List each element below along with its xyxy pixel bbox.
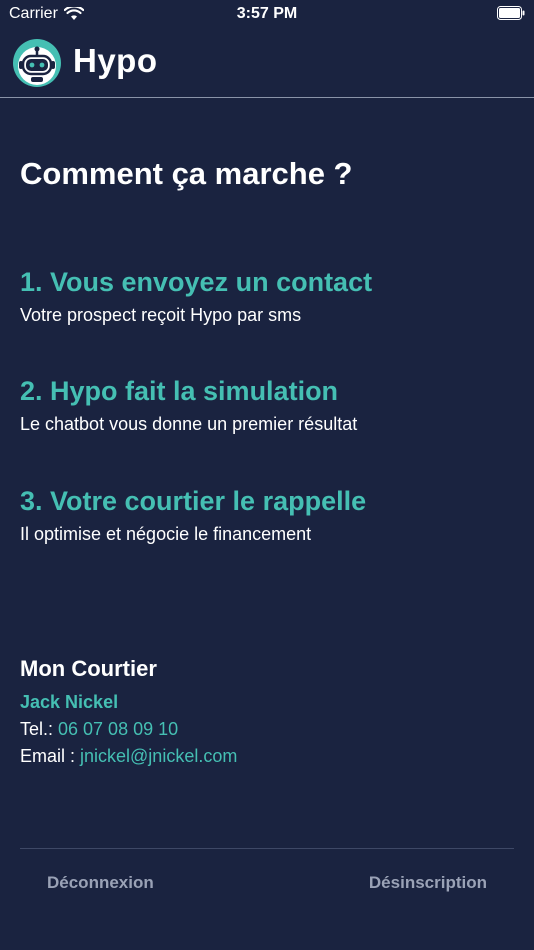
broker-name: Jack Nickel <box>20 692 119 712</box>
email-label: Email : <box>20 746 81 766</box>
broker-section: Mon Courtier Jack Nickel Tel.: 06 07 08 … <box>20 656 520 767</box>
footer-divider <box>20 848 514 849</box>
broker-heading: Mon Courtier <box>20 656 157 681</box>
app-title: Hypo <box>73 42 158 79</box>
broker-phone-row: Tel.: 06 07 08 09 10 <box>20 719 520 740</box>
robot-avatar-icon <box>13 39 61 87</box>
step-3: 3. Votre courtier le rappelle Il optimis… <box>20 486 520 545</box>
unsubscribe-button[interactable]: Désinscription <box>369 873 487 893</box>
app-header: Hypo <box>0 28 534 98</box>
step-1: 1. Vous envoyez un contact Votre prospec… <box>20 267 520 326</box>
status-bar: Carrier 3:57 PM <box>0 0 534 28</box>
battery-icon <box>497 6 525 20</box>
page-title: Comment ça marche ? <box>20 156 353 191</box>
step-title: 2. Hypo fait la simulation <box>20 376 339 406</box>
phone-link[interactable]: 06 07 08 09 10 <box>58 719 178 739</box>
phone-label: Tel.: <box>20 719 59 739</box>
logout-button[interactable]: Déconnexion <box>47 873 154 893</box>
step-description: Le chatbot vous donne un premier résulta… <box>20 414 358 434</box>
step-description: Votre prospect reçoit Hypo par sms <box>20 305 302 325</box>
email-link[interactable]: jnickel@jnickel.com <box>80 746 237 766</box>
step-description: Il optimise et négocie le financement <box>20 524 312 544</box>
step-2: 2. Hypo fait la simulation Le chatbot vo… <box>20 376 520 435</box>
broker-email-row: Email : jnickel@jnickel.com <box>20 746 520 767</box>
step-title: 3. Votre courtier le rappelle <box>20 486 367 516</box>
step-title: 1. Vous envoyez un contact <box>20 267 373 297</box>
status-time: 3:57 PM <box>236 5 298 22</box>
